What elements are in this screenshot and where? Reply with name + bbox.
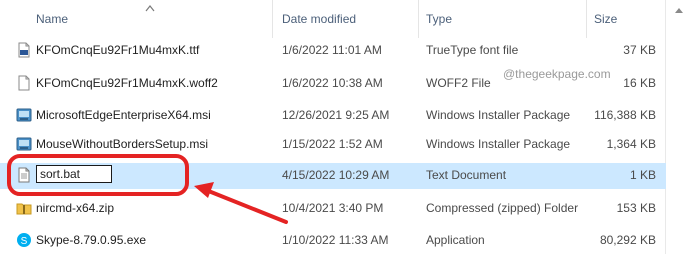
column-type[interactable]: Type [426, 12, 452, 26]
file-row[interactable]: MicrosoftEdgeEnterpriseX64.msi 12/26/202… [0, 103, 666, 128]
file-type: Windows Installer Package [426, 137, 571, 151]
file-size: 153 KB [616, 201, 656, 215]
file-size: 37 KB [623, 43, 656, 57]
file-size: 1,364 KB [606, 137, 656, 151]
svg-text:S: S [21, 236, 28, 247]
file-name: KFOmCnqEu92Fr1Mu4mxK.woff2 [36, 76, 218, 90]
file-date: 12/26/2021 9:25 AM [282, 108, 390, 122]
file-size: 1 KB [629, 168, 656, 182]
installer-icon [16, 137, 32, 151]
file-date: 1/6/2022 11:01 AM [282, 43, 382, 57]
file-row[interactable]: KFOmCnqEu92Fr1Mu4mxK.ttf 1/6/2022 11:01 … [0, 38, 666, 63]
file-size: 16 KB [623, 76, 656, 90]
file-type: TrueType font file [426, 43, 519, 57]
file-name: KFOmCnqEu92Fr1Mu4mxK.ttf [36, 43, 200, 57]
file-name: MicrosoftEdgeEnterpriseX64.msi [36, 108, 211, 122]
file-date: 1/15/2022 1:52 AM [282, 137, 383, 151]
column-header: Name Date modified Type Size [0, 0, 690, 38]
file-type: Application [426, 233, 485, 247]
file-type: Text Document [426, 168, 507, 182]
red-arrow-icon [194, 182, 288, 224]
file-date: 1/10/2022 11:33 AM [282, 233, 389, 247]
zip-folder-icon [16, 203, 32, 215]
watermark: @thegeekpage.com [503, 67, 611, 81]
file-date: 10/4/2021 3:40 PM [282, 201, 384, 215]
file-size: 116,388 KB [594, 108, 656, 122]
scroll-up-icon[interactable] [674, 6, 684, 14]
file-type: Windows Installer Package [426, 108, 571, 122]
file-type: WOFF2 File [426, 76, 491, 90]
file-type: Compressed (zipped) Folder [426, 201, 579, 215]
file-name: Skype-8.79.0.95.exe [36, 233, 147, 247]
file-name: MouseWithoutBordersSetup.msi [36, 137, 209, 151]
file-size: 80,292 KB [599, 233, 656, 247]
sort-ascending-icon[interactable] [145, 4, 155, 12]
red-highlight-box [7, 154, 189, 196]
column-date-modified[interactable]: Date modified [282, 12, 356, 26]
column-size[interactable]: Size [594, 12, 617, 26]
file-row[interactable]: S Skype-8.79.0.95.exe 1/10/2022 11:33 AM… [0, 228, 666, 253]
column-name[interactable]: Name [36, 12, 68, 26]
font-file-icon [18, 42, 30, 58]
column-divider[interactable] [586, 0, 587, 38]
file-date: 4/15/2022 10:29 AM [282, 168, 390, 182]
file-date: 1/6/2022 10:38 AM [282, 76, 383, 90]
skype-app-icon: S [17, 233, 31, 247]
generic-file-icon [18, 75, 30, 91]
file-row[interactable]: nircmd-x64.zip 10/4/2021 3:40 PM Compres… [0, 196, 666, 221]
installer-icon [16, 108, 32, 122]
column-divider[interactable] [418, 0, 419, 38]
file-name: nircmd-x64.zip [36, 201, 115, 215]
column-divider[interactable] [272, 0, 273, 38]
